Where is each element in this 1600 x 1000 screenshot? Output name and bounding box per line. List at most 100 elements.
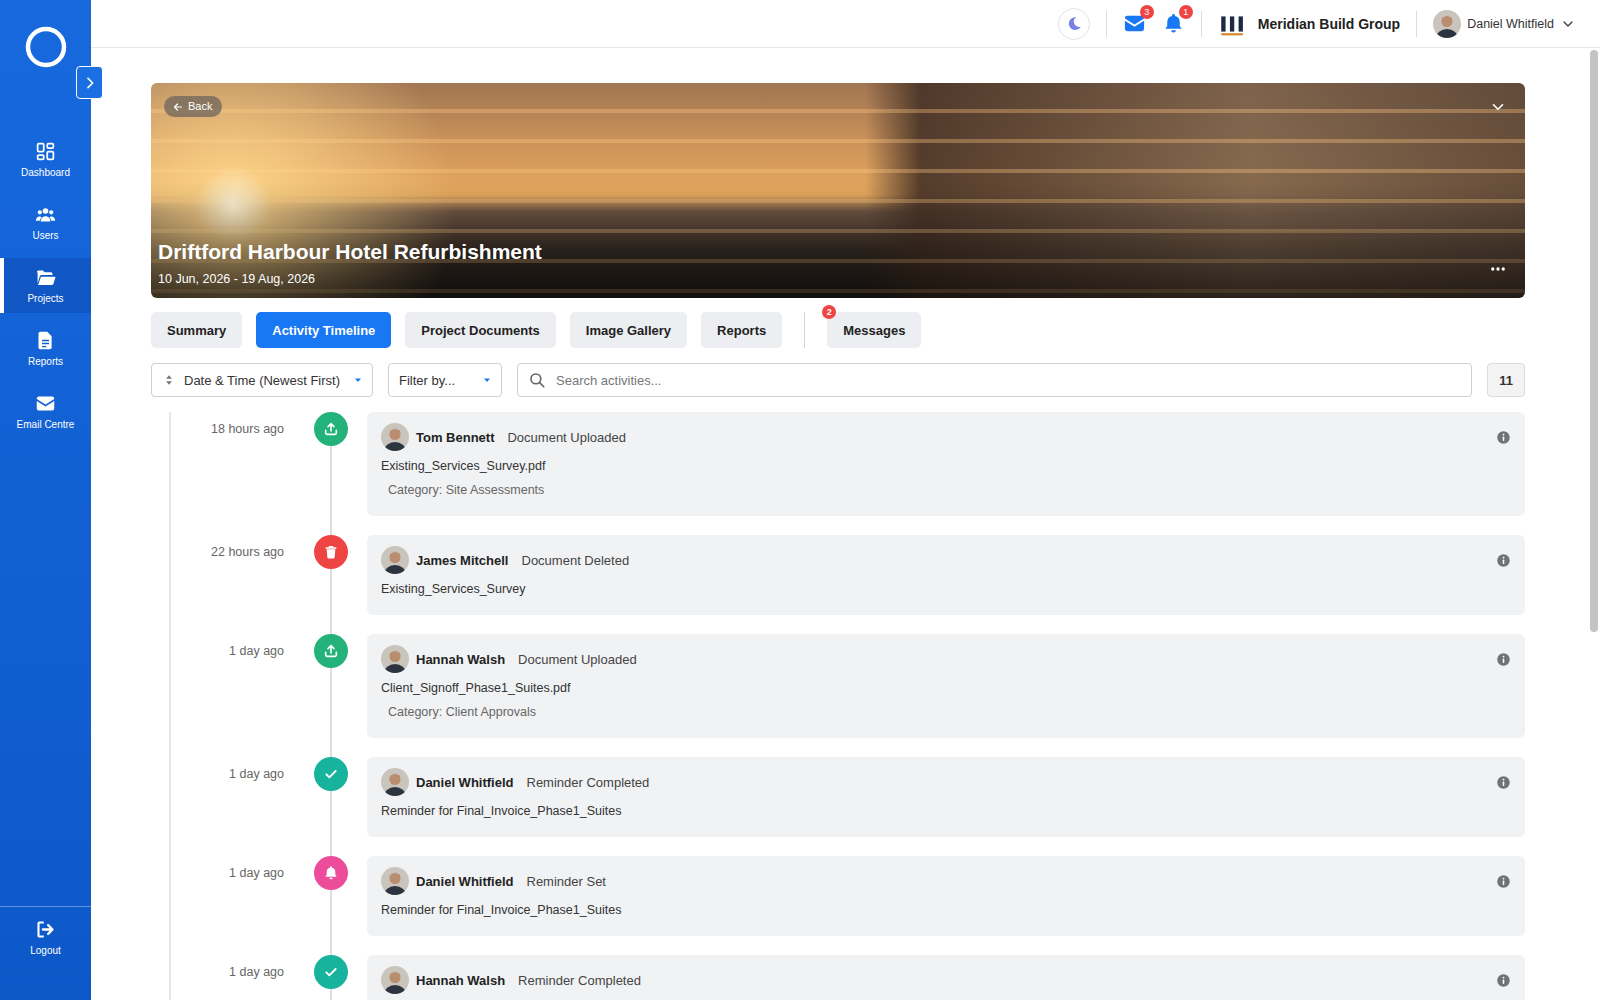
project-dates: 10 Jun, 2026 - 19 Aug, 2026	[158, 271, 542, 287]
info-icon[interactable]	[1496, 553, 1511, 568]
company-name: Meridian Build Group	[1258, 16, 1400, 32]
app-logo[interactable]	[0, 0, 91, 128]
activity-card: Tom BennettDocument UploadedExisting_Ser…	[367, 412, 1525, 516]
mail-badge: 3	[1140, 5, 1154, 19]
activity-dot	[314, 955, 348, 989]
chevron-down-icon	[1560, 16, 1576, 32]
activity-header: Hannah WalshDocument Uploaded	[381, 645, 1511, 673]
search-icon	[528, 371, 546, 389]
activity-action: Document Deleted	[522, 553, 630, 568]
activity-card: Hannah WalshDocument Uploaded Client_Sign…	[367, 634, 1525, 738]
info-icon[interactable]	[1496, 874, 1511, 889]
avatar-icon	[1433, 10, 1461, 38]
sidebar-label: Email Centre	[17, 419, 75, 431]
result-count: 11	[1487, 363, 1525, 397]
tab[interactable]: Image Gallery	[570, 312, 687, 348]
scrollbar[interactable]	[1590, 50, 1598, 632]
user-name: Daniel Whitfield	[416, 874, 514, 889]
sidebar-item[interactable]: Dashboard	[0, 132, 91, 187]
info-icon[interactable]	[1496, 775, 1511, 790]
activity-card: James MitchellDocument DeletedExisting_S…	[367, 535, 1525, 615]
info-icon[interactable]	[1496, 973, 1511, 988]
search-input[interactable]	[554, 372, 1461, 389]
user-name: Hannah Walsh	[416, 652, 505, 667]
activity-category: Category: Client Approvals	[381, 704, 1511, 720]
topbar: 31 Meridian Build Group Daniel Whitfield	[91, 0, 1600, 48]
logout-label: Logout	[30, 945, 61, 957]
tab[interactable]: Activity Timeline	[256, 312, 391, 348]
tab-label: Messages	[843, 323, 905, 338]
divider	[1416, 11, 1417, 37]
activity-time: 1 day ago	[171, 634, 295, 757]
more-icon[interactable]	[1489, 260, 1507, 278]
tab-bar: Summary Activity Timeline Project Document…	[151, 312, 1525, 348]
content: Back Driftford Harbour Hotel Refurbishmen…	[91, 48, 1600, 1000]
banner-top: Back	[158, 96, 1507, 117]
user-name: James Mitchell	[416, 553, 509, 568]
sidebar-item[interactable]: Reports	[0, 321, 91, 376]
avatar-icon	[381, 423, 409, 451]
activity-detail: Client_Signoff_Phase1_Suites.pdf	[381, 680, 1511, 696]
complete-icon	[323, 964, 339, 980]
info-icon[interactable]	[1496, 652, 1511, 667]
activity-time: 1 day ago	[171, 757, 295, 856]
activity-card: Daniel WhitfieldReminder SetReminder for…	[367, 856, 1525, 936]
tab[interactable]: Reports	[701, 312, 782, 348]
user-menu[interactable]: Daniel Whitfield	[1433, 10, 1576, 38]
timeline-marker	[295, 535, 367, 634]
tab-divider	[804, 312, 805, 348]
banner-bottom: Driftford Harbour Hotel Refurbishment 10 …	[158, 239, 1507, 287]
logo-icon	[24, 25, 68, 69]
logout-button[interactable]: Logout	[0, 906, 91, 1000]
logout-icon	[35, 919, 56, 940]
activity-card: Hannah WalshReminder Completed	[367, 955, 1525, 1000]
timeline-line	[330, 791, 332, 856]
filter-select[interactable]: Filter by...	[388, 363, 502, 397]
theme-toggle[interactable]	[1058, 8, 1090, 40]
back-button[interactable]: Back	[164, 96, 222, 117]
card-wrap: James MitchellDocument DeletedExisting_S…	[367, 535, 1525, 634]
info-icon[interactable]	[1496, 430, 1511, 445]
activity-dot	[314, 535, 348, 569]
mail-button[interactable]: 3	[1123, 12, 1146, 35]
notification-button[interactable]: 1	[1162, 12, 1185, 35]
avatar-icon	[381, 546, 409, 574]
timeline-row: 1 day ago Hannah WalshReminder Completed	[171, 955, 1525, 1000]
complete-icon	[323, 766, 339, 782]
company-logo-icon	[1218, 11, 1244, 37]
tab-badge: 2	[822, 305, 836, 319]
sidebar-label: Projects	[27, 293, 63, 305]
sidebar-item[interactable]: Email Centre	[0, 384, 91, 439]
activity-timeline: 18 hours agoTom BennettDocument Uploaded…	[169, 412, 1525, 1000]
tab-label: Project Documents	[421, 323, 539, 338]
activity-header: Daniel WhitfieldReminder Completed	[381, 768, 1511, 796]
company: Meridian Build Group	[1218, 11, 1400, 37]
project-title: Driftford Harbour Hotel Refurbishment	[158, 239, 542, 265]
chevron-down-icon[interactable]	[1489, 98, 1507, 116]
sidebar-item[interactable]: Projects	[0, 258, 91, 313]
card-wrap: Hannah WalshReminder Completed	[367, 955, 1525, 1000]
filter-value: Filter by...	[399, 373, 473, 388]
activity-detail: Reminder for Final_Invoice_Phase1_Suites	[381, 902, 1511, 918]
divider	[1106, 11, 1107, 37]
timeline-marker	[295, 955, 367, 1000]
activity-time: 22 hours ago	[171, 535, 295, 634]
activity-dot	[314, 856, 348, 890]
tab[interactable]: Messages2	[827, 312, 921, 348]
timeline-row: 22 hours ago James Mitchell Document Delet…	[171, 535, 1525, 634]
sidebar-toggle[interactable]	[76, 66, 103, 99]
sidebar-item[interactable]: Users	[0, 195, 91, 250]
activity-time: 1 day ago	[171, 955, 295, 1000]
avatar-icon	[381, 645, 409, 673]
title-block: Driftford Harbour Hotel Refurbishment 10 …	[158, 239, 542, 287]
tab[interactable]: Summary	[151, 312, 242, 348]
activity-dot	[314, 412, 348, 446]
dashboard-icon	[35, 141, 56, 162]
report-icon	[35, 330, 56, 351]
sort-icon	[162, 373, 176, 387]
sort-select[interactable]: Date & Time (Newest First)	[151, 363, 373, 397]
tab[interactable]: Project Documents	[405, 312, 555, 348]
timeline-marker	[295, 757, 367, 856]
mail-icon	[35, 393, 56, 414]
main: 31Meridian Build GroupDaniel WhitfieldBa…	[91, 0, 1600, 1000]
